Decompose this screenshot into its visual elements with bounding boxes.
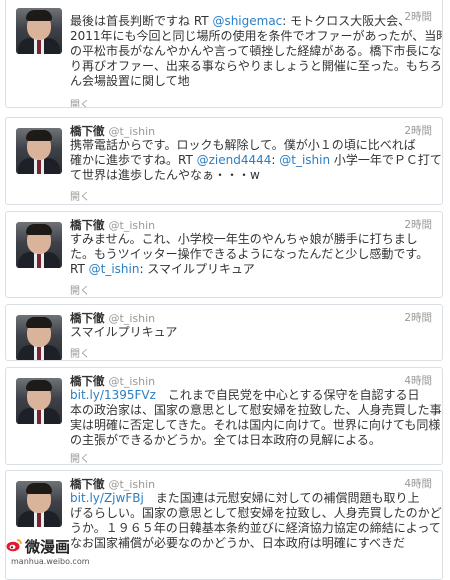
expand-link[interactable]: 開く bbox=[70, 282, 90, 297]
tweet-line: bit.ly/1395FVz これまで自民党を中心とする保守を自認する日 bbox=[70, 388, 434, 403]
tweet-text: bit.ly/ZjwFBj また国連は元慰安婦に対しての補償問題も取り上 げるらし… bbox=[70, 491, 442, 551]
tweet-line: 携帯電話からです。ロックも解除して。僕が小１の頃に比べれば bbox=[70, 138, 434, 153]
tweet-time[interactable]: 4時間 bbox=[404, 373, 432, 388]
tweet-text-segment: すみません。これ、小学校一年生のやんちゃ娘が勝手に打ちまし bbox=[70, 232, 418, 246]
tweet-text-segment: これまで自民党を中心とする保守を自認する日 bbox=[155, 388, 420, 402]
expand-link[interactable]: 開く bbox=[70, 450, 90, 464]
avatar[interactable] bbox=[16, 128, 62, 174]
tweet-text-segment: て世界は進歩したんやなぁ・・・w bbox=[70, 168, 260, 182]
tweet-header: 橋下徹 @t_ishin 2時間 bbox=[70, 217, 432, 233]
tweet-card[interactable]: 橋下徹 @t_ishin 4時間 bit.ly/ZjwFBj また国連は元慰安婦に… bbox=[5, 470, 443, 580]
mention-link[interactable]: @t_ishin bbox=[279, 153, 330, 167]
tweet-text-segment: また国連は元慰安婦に対しての補償問題も取り上 bbox=[143, 491, 420, 505]
tweet-line: 最後は首長判断ですね RT @shigemac: モトクロス大阪大会、 bbox=[70, 14, 434, 29]
author-handle: @t_ishin bbox=[108, 312, 156, 325]
tweet-line: 確かに進歩ですね。RT @ziend4444: @t_ishin 小学一年でＰＣ… bbox=[70, 153, 442, 168]
tweet-link[interactable]: bit.ly/ZjwFBj bbox=[70, 491, 144, 505]
tweet-text-segment: げるらしい。国家の意思として慰安婦を拉致し、人身売買したのかど bbox=[70, 506, 442, 520]
tweet-line: の主張ができるかどうか。全ては日本政府の見解による。 bbox=[70, 433, 434, 448]
tweet-line: スマイルプリキュア bbox=[70, 325, 434, 340]
tweet-text-segment: た。もうツイッター操作できるようになったんだと少し感動です。 bbox=[70, 247, 429, 261]
mention-link[interactable]: @ziend4444 bbox=[197, 153, 272, 167]
tweet-text-segment: うか。１９６５年の日韓基本条約並びに経済協力協定の締結によって bbox=[70, 521, 441, 535]
tweet-card[interactable]: 2時間 最後は首長判断ですね RT @shigemac: モトクロス大阪大会、 2… bbox=[5, 0, 443, 108]
tweet-text: スマイルプリキュア bbox=[70, 325, 434, 340]
tweet-line: げるらしい。国家の意思として慰安婦を拉致し、人身売買したのかど bbox=[70, 506, 442, 521]
tweet-text-segment: スマイルプリキュア bbox=[70, 325, 178, 339]
author-handle: @t_ishin bbox=[108, 478, 156, 491]
author-name[interactable]: 橋下徹 bbox=[70, 218, 105, 232]
tweet-line: て世界は進歩したんやなぁ・・・w bbox=[70, 168, 434, 183]
avatar[interactable] bbox=[16, 222, 62, 268]
tweet-text-segment: 確かに進歩ですね。RT bbox=[70, 153, 197, 167]
expand-link[interactable]: 開く bbox=[70, 345, 90, 360]
tweet-text-segment: 2011年にも今回と同じ場所の使用を条件でオファーがあったが、当時 bbox=[70, 29, 443, 43]
avatar[interactable] bbox=[16, 378, 62, 424]
tweet-text: 携帯電話からです。ロックも解除して。僕が小１の頃に比べれば 確かに進歩ですね。RT… bbox=[70, 138, 442, 183]
tweet-text: すみません。これ、小学校一年生のやんちゃ娘が勝手に打ちまし た。もうツイッター操作… bbox=[70, 232, 434, 277]
tweet-card[interactable]: 橋下徹 @t_ishin 2時間 すみません。これ、小学校一年生のやんちゃ娘が勝手… bbox=[5, 211, 443, 298]
tweet-line: RT @t_ishin: スマイルプリキュア bbox=[70, 262, 434, 277]
tweet-card[interactable]: 橋下徹 @t_ishin 2時間 スマイルプリキュア 開く bbox=[5, 304, 443, 361]
expand-link[interactable]: 開く bbox=[70, 188, 90, 203]
tweet-text-segment: 本の政治家は、国家の意思として慰安婦を拉致した、人身売買した事 bbox=[70, 403, 442, 417]
tweet-line: 本の政治家は、国家の意思として慰安婦を拉致した、人身売買した事 bbox=[70, 403, 442, 418]
tweet-line: うか。１９６５年の日韓基本条約並びに経済協力協定の締結によって bbox=[70, 521, 441, 536]
tweet-link[interactable]: bit.ly/1395FVz bbox=[70, 388, 156, 402]
tweet-line: の平松市長がなんやかんや言って頓挫した経緯がある。橋下市長にな bbox=[70, 44, 441, 59]
tweet-text-segment: RT bbox=[70, 262, 89, 276]
tweet-header: 橋下徹 @t_ishin 4時間 bbox=[70, 476, 432, 492]
author-name[interactable]: 橋下徹 bbox=[70, 477, 105, 491]
tweet-header: 橋下徹 @t_ishin 4時間 bbox=[70, 373, 432, 389]
avatar[interactable] bbox=[16, 315, 62, 360]
tweet-text-segment: り再びオファー、出来る事ならやりましょうと開催に至った。もちろ bbox=[70, 59, 442, 73]
tweet-line: り再びオファー、出来る事ならやりましょうと開催に至った。もちろ bbox=[70, 59, 442, 74]
tweet-time[interactable]: 2時間 bbox=[404, 123, 432, 138]
tweet-card[interactable]: 橋下徹 @t_ishin 2時間 携帯電話からです。ロックも解除して。僕が小１の頃… bbox=[5, 117, 443, 205]
tweet-line: すみません。これ、小学校一年生のやんちゃ娘が勝手に打ちまし bbox=[70, 232, 434, 247]
tweet-text-segment: なお国家補償が必要なのかどうか、日本政府は明確にすべきだ bbox=[70, 536, 406, 550]
tweet-text-segment: 実は明確に否定してきた。それは国内に向けて。世界に向けても同様 bbox=[70, 418, 441, 432]
tweet-time[interactable]: 2時間 bbox=[404, 310, 432, 325]
tweet-text-segment: ん会場設置に関して地 bbox=[70, 74, 190, 88]
tweet-text-segment: の主張ができるかどうか。全ては日本政府の見解による。 bbox=[70, 433, 381, 447]
tweet-line: 2011年にも今回と同じ場所の使用を条件でオファーがあったが、当時 bbox=[70, 29, 442, 44]
avatar[interactable] bbox=[16, 481, 62, 527]
author-handle: @t_ishin bbox=[108, 219, 156, 232]
tweet-header: 橋下徹 @t_ishin 2時間 bbox=[70, 123, 432, 139]
tweet-card[interactable]: 橋下徹 @t_ishin 4時間 bit.ly/1395FVz これまで自民党を中… bbox=[5, 367, 443, 465]
tweet-line: ん会場設置に関して地 bbox=[70, 74, 434, 89]
author-name[interactable]: 橋下徹 bbox=[70, 124, 105, 138]
avatar[interactable] bbox=[16, 8, 62, 54]
tweet-text-segment: : モトクロス大阪大会、 bbox=[282, 14, 411, 28]
mention-link[interactable]: @t_ishin bbox=[89, 262, 140, 276]
author-handle: @t_ishin bbox=[108, 375, 156, 388]
author-name[interactable]: 橋下徹 bbox=[70, 311, 105, 325]
expand-link[interactable]: 開く bbox=[70, 96, 90, 107]
tweet-text-segment: の平松市長がなんやかんや言って頓挫した経緯がある。橋下市長にな bbox=[70, 44, 442, 58]
tweet-time[interactable]: 4時間 bbox=[404, 476, 432, 491]
tweet-text: 最後は首長判断ですね RT @shigemac: モトクロス大阪大会、 2011年… bbox=[70, 14, 442, 89]
tweet-line: なお国家補償が必要なのかどうか、日本政府は明確にすべきだ bbox=[70, 536, 434, 551]
tweet-text: bit.ly/1395FVz これまで自民党を中心とする保守を自認する日 本の政治… bbox=[70, 388, 442, 448]
tweet-time[interactable]: 2時間 bbox=[404, 217, 432, 232]
tweet-line: bit.ly/ZjwFBj また国連は元慰安婦に対しての補償問題も取り上 bbox=[70, 491, 434, 506]
tweet-line: 実は明確に否定してきた。それは国内に向けて。世界に向けても同様 bbox=[70, 418, 440, 433]
mention-link[interactable]: @shigemac bbox=[212, 14, 282, 28]
tweet-text-segment: : スマイルプリキュア bbox=[139, 262, 255, 276]
tweet-line: た。もうツイッター操作できるようになったんだと少し感動です。 bbox=[70, 247, 434, 262]
tweet-text-segment: 小学一年でＰＣ打てるっ bbox=[333, 153, 442, 167]
tweet-text-segment: 最後は首長判断ですね RT bbox=[70, 14, 213, 28]
author-handle: @t_ishin bbox=[108, 125, 156, 138]
tweet-header: 橋下徹 @t_ishin 2時間 bbox=[70, 310, 432, 326]
tweet-text-segment: 携帯電話からです。ロックも解除して。僕が小１の頃に比べれば bbox=[70, 138, 416, 152]
author-name[interactable]: 橋下徹 bbox=[70, 374, 105, 388]
